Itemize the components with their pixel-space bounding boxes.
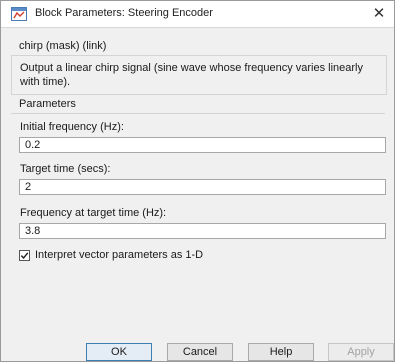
window-title: Block Parameters: Steering Encoder	[35, 7, 213, 19]
help-button[interactable]: Help	[248, 343, 314, 361]
ok-button[interactable]: OK	[86, 343, 152, 361]
frequency-at-target-label: Frequency at target time (Hz):	[20, 207, 167, 219]
interpret-vector-checkbox[interactable]	[19, 250, 30, 261]
block-parameters-dialog: Block Parameters: Steering Encoder ✕ chi…	[0, 0, 395, 362]
initial-frequency-label: Initial frequency (Hz):	[20, 121, 124, 133]
parameters-heading: Parameters	[19, 98, 76, 110]
target-time-label: Target time (secs):	[20, 163, 111, 175]
checkmark-icon	[20, 252, 29, 260]
block-description: Output a linear chirp signal (sine wave …	[20, 62, 364, 88]
frequency-at-target-field[interactable]	[19, 223, 386, 239]
block-type-label: chirp (mask) (link)	[19, 40, 107, 52]
target-time-field[interactable]	[19, 179, 386, 195]
title-bar[interactable]: Block Parameters: Steering Encoder ✕	[1, 1, 394, 28]
interpret-vector-label[interactable]: Interpret vector parameters as 1-D	[35, 249, 203, 261]
cancel-button[interactable]: Cancel	[167, 343, 233, 361]
simulink-block-icon	[11, 7, 27, 21]
initial-frequency-field[interactable]	[19, 137, 386, 153]
close-icon[interactable]: ✕	[368, 3, 390, 25]
description-panel: Output a linear chirp signal (sine wave …	[11, 55, 387, 95]
apply-button[interactable]: Apply	[328, 343, 394, 361]
